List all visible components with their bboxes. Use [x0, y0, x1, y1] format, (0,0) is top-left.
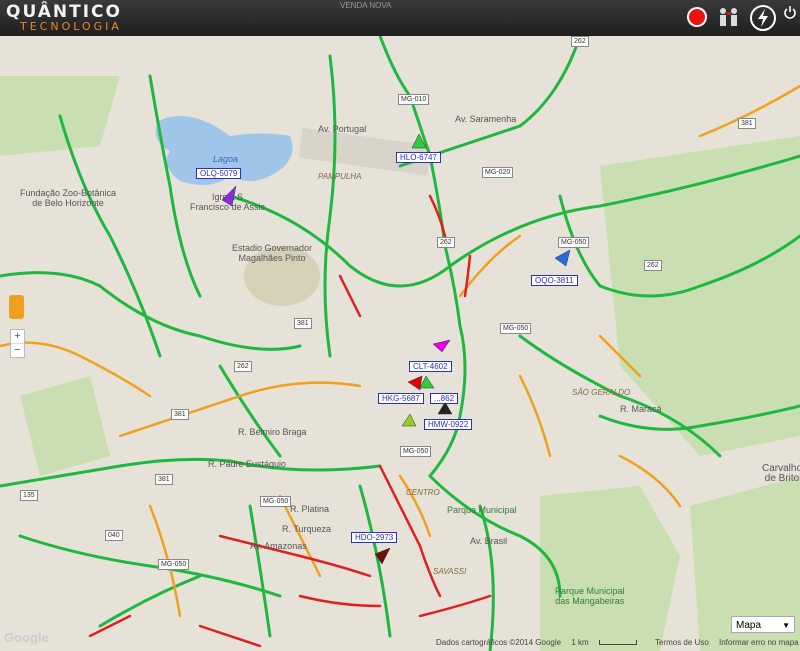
map-canvas[interactable]: [0, 36, 800, 651]
road-shield: MG-050: [400, 446, 432, 457]
power-icon[interactable]: [783, 5, 797, 24]
terms-link[interactable]: Termos de Uso: [655, 638, 709, 647]
record-icon[interactable]: [686, 6, 708, 33]
label-estadio: Estadio Governador Magalhães Pinto: [232, 243, 312, 263]
operators-icon[interactable]: [716, 6, 742, 35]
app-header: QUÂNTICO TECNOLOGIA VENDA NOVA: [0, 0, 800, 36]
label-zoo: Fundação Zoo-Botânica de Belo Horizonte: [20, 188, 116, 208]
label-maraca: R. Maracá: [620, 404, 662, 414]
road-shield: MG-050: [500, 323, 532, 334]
vehicle-plate[interactable]: OLQ-5079: [196, 168, 242, 179]
road-shield: 381: [171, 409, 189, 420]
label-pampulha: PAMPULHA: [318, 172, 362, 181]
label-centro: CENTRO: [406, 488, 440, 497]
road-shield: 262: [437, 237, 455, 248]
label-brasil: Av. Brasil: [470, 536, 508, 546]
label-estadio-line1: Estadio Governador: [232, 243, 313, 253]
label-zoo-line1: Fundação Zoo-Botânica: [20, 188, 117, 198]
label-carvalho-line2: de Brito: [764, 473, 800, 484]
area-label-venda-nova: VENDA NOVA: [340, 1, 392, 10]
map-type-label: Mapa: [736, 620, 762, 631]
road-shield: 262: [571, 36, 589, 47]
report-error-link[interactable]: Informar erro no mapa: [719, 638, 799, 647]
chevron-down-icon: ▼: [782, 621, 790, 630]
label-igreja-line1: Igreja S: [212, 192, 244, 202]
road-shield: 135: [20, 490, 38, 501]
label-savassi: SAVASSI: [433, 567, 467, 576]
label-portugal: Av. Portugal: [318, 124, 367, 134]
label-platina: R. Platina: [290, 504, 330, 514]
label-turqueza: R. Turqueza: [282, 524, 332, 534]
label-zoo-line2: de Belo Horizonte: [32, 198, 104, 208]
road-shield: 381: [294, 318, 312, 329]
label-sao-geraldo: SÃO GERALDO: [572, 388, 631, 397]
street-view-pegman-icon[interactable]: [9, 295, 24, 319]
label-padre-eustaquio: R. Padre Eustáquio: [208, 459, 287, 469]
vehicle-plate[interactable]: CLT-4602: [409, 361, 452, 372]
label-igreja: Igreja S Francisco de Assis: [190, 192, 265, 212]
label-lagoa: Lagoa: [213, 154, 239, 164]
traffic-map[interactable]: Lagoa PAMPULHA Fundação Zoo-Botânica de B…: [0, 36, 800, 651]
label-belmiro-braga: R. Belmiro Braga: [238, 427, 307, 437]
label-parque-municipal: Parque Municipal: [447, 505, 517, 515]
road-shield: 262: [644, 260, 662, 271]
vehicle-plate[interactable]: HDO-2973: [351, 532, 398, 543]
google-logo: Google: [4, 630, 49, 645]
road-shield: MG-050: [558, 237, 590, 248]
brand-name: QUÂNTICO: [6, 2, 122, 22]
label-amazonas: Av. Amazonas: [250, 541, 307, 551]
label-estadio-line2: Magalhães Pinto: [238, 253, 306, 263]
label-mangabeiras-line1: Parque Municipal: [555, 586, 625, 596]
scale-line: [598, 640, 637, 645]
scale-bar: 1 km: [571, 638, 645, 647]
zoom-control: + −: [10, 329, 25, 358]
label-igreja-line2: Francisco de Assis: [190, 202, 266, 212]
label-saramenha: Av. Saramenha: [455, 114, 517, 124]
road-shield: 381: [738, 118, 756, 129]
brand-logo: QUÂNTICO TECNOLOGIA: [6, 4, 122, 33]
road-shield: MG-050: [158, 559, 190, 570]
label-carvalho: Carvalho de Brito: [762, 464, 800, 484]
map-type-select[interactable]: Mapa ▼: [731, 616, 795, 633]
road-shield: 040: [105, 530, 123, 541]
label-mangabeiras: Parque Municipal das Mangabeiras: [555, 586, 625, 606]
vehicle-plate[interactable]: OQO-3811: [531, 275, 578, 286]
vehicle-plate[interactable]: HMW-0922: [424, 419, 473, 430]
zoom-in-button[interactable]: +: [11, 330, 24, 343]
brand-subtitle: TECNOLOGIA: [20, 20, 122, 33]
map-data-credit: Dados cartográficos ©2014 Google: [436, 638, 562, 647]
flash-icon[interactable]: [749, 4, 777, 37]
scale-label: 1 km: [571, 638, 589, 647]
road-shield: MG-010: [398, 94, 430, 105]
map-footer: Dados cartográficos ©2014 Google 1 km Te…: [436, 638, 800, 647]
road-shield: 381: [155, 474, 173, 485]
vehicle-plate[interactable]: ...862: [430, 393, 459, 404]
road-shield: 262: [234, 361, 252, 372]
label-mangabeiras-line2: das Mangabeiras: [555, 596, 625, 606]
zoom-out-button[interactable]: −: [11, 343, 24, 357]
vehicle-plate[interactable]: HKG-5687: [378, 393, 424, 404]
vehicle-plate[interactable]: HLO-6747: [396, 152, 441, 163]
road-shield: MG-020: [482, 167, 514, 178]
road-shield: MG-050: [260, 496, 292, 507]
